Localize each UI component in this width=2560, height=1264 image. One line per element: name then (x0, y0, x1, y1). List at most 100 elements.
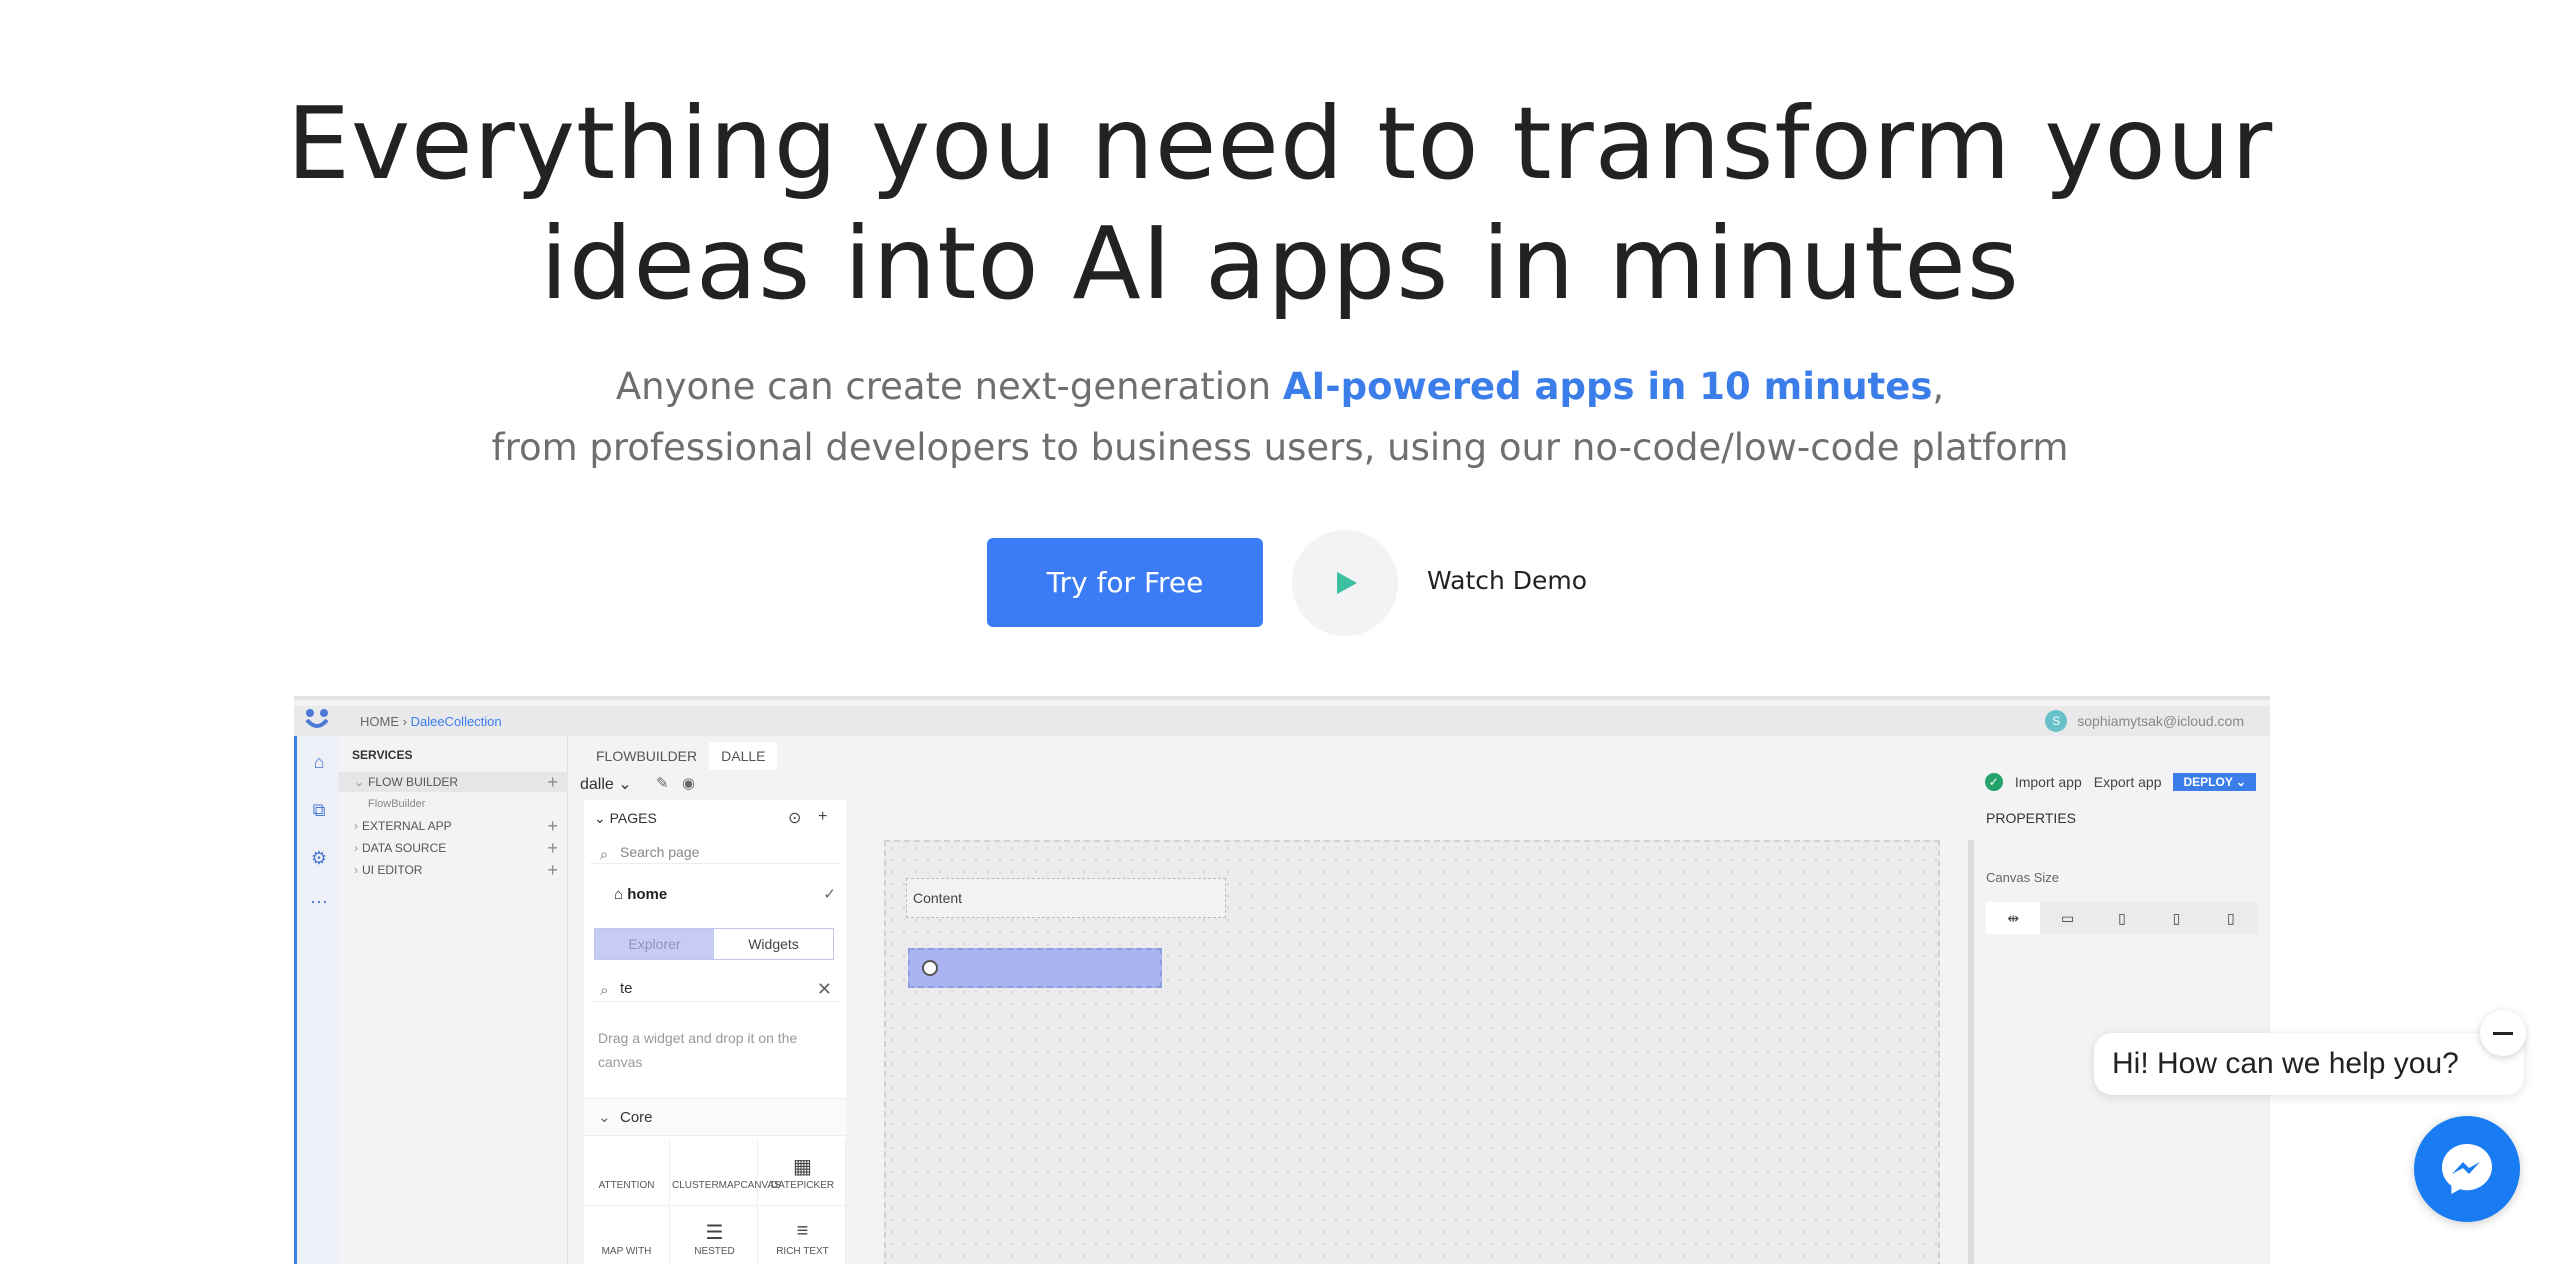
widget-map-with[interactable]: MAP WITH (584, 1206, 670, 1264)
services-header: SERVICES (352, 748, 413, 762)
properties-panel: PROPERTIES Canvas Size ⇹ ▭ ▯ ▯ ▯ (1978, 800, 2270, 1264)
watch-demo-play-button[interactable] (1292, 530, 1398, 636)
status-check-icon: ✓ (1984, 773, 2003, 791)
avatar: S (2045, 710, 2068, 732)
home-icon[interactable]: ⌂ (307, 752, 331, 776)
try-for-free-button[interactable]: Try for Free (987, 538, 1263, 627)
fit-width-icon[interactable]: ⇹ (1986, 902, 2041, 934)
flow-icon[interactable]: ⧉ (307, 800, 331, 824)
more-icon[interactable]: ⋯ (307, 892, 331, 916)
breadcrumb-current[interactable]: DaleeCollection (411, 714, 502, 729)
hero-title: Everything you need to transform your id… (0, 84, 2560, 324)
add-page-icon[interactable]: + (818, 808, 827, 826)
service-label: EXTERNAL APP (362, 819, 452, 833)
properties-header: PROPERTIES (1986, 810, 2076, 826)
chevron-right-icon: › (354, 841, 358, 855)
chevron-down-icon: ⌄ (598, 1109, 611, 1126)
tablet-icon[interactable]: ▯ (2095, 902, 2149, 934)
home-icon: ⌂ (614, 886, 628, 903)
canvas-content-widget[interactable]: Content (906, 878, 1226, 918)
service-label: DATA SOURCE (362, 841, 447, 855)
canvas-scrollbar[interactable] (1968, 840, 1974, 1264)
editor-tabs: FLOWBUILDER DALLE (584, 742, 778, 770)
page-home[interactable]: ⌂ home ✓ (584, 880, 846, 910)
pencil-icon[interactable]: ✎ (656, 774, 669, 792)
breadcrumb-home[interactable]: HOME (360, 714, 399, 729)
service-ui-editor[interactable]: › UI EDITOR + (338, 860, 568, 880)
hero-subtitle-line1: Anyone can create next-generation AI-pow… (0, 356, 2560, 417)
messenger-icon (2442, 1144, 2492, 1194)
core-section-header[interactable]: ⌄ Core (584, 1098, 846, 1136)
tab-dalle[interactable]: DALLE (709, 742, 778, 770)
close-icon[interactable]: ✕ (817, 976, 832, 1002)
check-icon: ✓ (823, 886, 836, 903)
hero-title-line2: ideas into AI apps in minutes (540, 205, 2020, 322)
service-flow-builder[interactable]: ⌄ FLOW BUILDER + (338, 772, 568, 792)
widget-label: RICH TEXT (776, 1246, 829, 1257)
import-app-button[interactable]: Import app (2015, 774, 2082, 790)
add-icon[interactable]: + (547, 816, 558, 836)
app-name-dropdown[interactable]: dalle ⌄ (580, 774, 632, 794)
breadcrumb-separator: › (402, 714, 407, 729)
export-app-button[interactable]: Export app (2094, 774, 2162, 790)
desktop-icon[interactable]: ▭ (2040, 902, 2094, 934)
add-icon[interactable]: + (547, 838, 558, 858)
text-align-icon: ≡ (796, 1220, 809, 1242)
chevron-right-icon: › (354, 863, 358, 877)
add-icon[interactable]: + (547, 860, 558, 880)
search-page-input[interactable]: ⌕ Search page (590, 840, 840, 864)
widget-search-input[interactable]: ⌕ te ✕ (590, 976, 840, 1002)
chat-minimize-button[interactable] (2480, 1010, 2526, 1056)
app-topbar: HOME › DaleeCollection S sophiamytsak@ic… (294, 706, 2270, 736)
hero-subtitle-line2: from professional developers to business… (491, 426, 2069, 469)
deploy-label: DEPLOY (2183, 775, 2233, 789)
tab-flowbuilder[interactable]: FLOWBUILDER (584, 742, 709, 770)
service-label: FlowBuilder (368, 798, 426, 810)
breadcrumb: HOME › DaleeCollection (360, 714, 502, 729)
drag-handle-icon[interactable] (922, 960, 938, 976)
service-flowbuilder-child[interactable]: FlowBuilder (338, 794, 568, 814)
watch-demo-link[interactable]: Watch Demo (1427, 566, 1587, 595)
deploy-button[interactable]: DEPLOY ⌄ (2173, 773, 2256, 791)
app-subbar: dalle ⌄ ✎ ◉ ✓ Import app Export app DEPL… (568, 770, 2270, 796)
tab-explorer[interactable]: Explorer (595, 929, 714, 959)
widget-rich-text[interactable]: ≡ RICH TEXT (760, 1206, 846, 1264)
app-actions: ✓ Import app Export app DEPLOY ⌄ (1984, 773, 2256, 791)
core-label: Core (620, 1109, 653, 1126)
widget-clustermapcanvas[interactable]: CLUSTERMAPCANVAS (672, 1140, 781, 1206)
widget-datepicker[interactable]: ▦ DATEPICKER (760, 1140, 846, 1206)
service-external-app[interactable]: › EXTERNAL APP + (338, 816, 568, 836)
search-icon: ⌕ (600, 846, 608, 862)
tab-widgets[interactable]: Widgets (714, 929, 833, 959)
canvas-selected-widget[interactable] (908, 948, 1162, 988)
hero-subtitle: Anyone can create next-generation AI-pow… (0, 356, 2560, 478)
chat-greeting[interactable]: Hi! How can we help you? (2094, 1033, 2524, 1095)
calendar-icon: ▦ (793, 1156, 812, 1178)
nested-list-icon: ☰ (705, 1222, 724, 1244)
service-label: FLOW BUILDER (368, 775, 459, 789)
minus-icon (2493, 1031, 2513, 1035)
pages-header-label: PAGES (609, 810, 657, 826)
pages-header[interactable]: ⌄ PAGES (594, 810, 657, 827)
add-icon[interactable]: + (547, 772, 558, 792)
page-home-label: home (627, 886, 668, 903)
app-screenshot: HOME › DaleeCollection S sophiamytsak@ic… (294, 696, 2270, 1264)
user-email: sophiamytsak@icloud.com (2077, 713, 2244, 729)
widget-label: ATTENTION (598, 1180, 655, 1191)
service-label: UI EDITOR (362, 863, 423, 877)
widget-label: DATEPICKER (770, 1180, 835, 1191)
gear-icon[interactable]: ⚙ (307, 848, 331, 872)
widget-label: NESTED (694, 1246, 735, 1257)
user-menu[interactable]: S sophiamytsak@icloud.com (2045, 710, 2244, 732)
service-data-source[interactable]: › DATA SOURCE + (338, 838, 568, 858)
widget-nested[interactable]: ☰ NESTED (672, 1206, 758, 1264)
widget-attention[interactable]: ATTENTION (584, 1140, 670, 1206)
settings-icon[interactable]: ⊙ (788, 808, 801, 828)
chevron-down-icon: ⌄ (354, 775, 365, 789)
widget-label: MAP WITH (601, 1246, 652, 1257)
messenger-button[interactable] (2414, 1116, 2520, 1222)
canvas-size-selector: ⇹ ▭ ▯ ▯ ▯ (1986, 902, 2258, 934)
tablet-portrait-icon[interactable]: ▯ (2149, 902, 2203, 934)
eye-icon[interactable]: ◉ (682, 774, 695, 792)
mobile-icon[interactable]: ▯ (2204, 902, 2258, 934)
